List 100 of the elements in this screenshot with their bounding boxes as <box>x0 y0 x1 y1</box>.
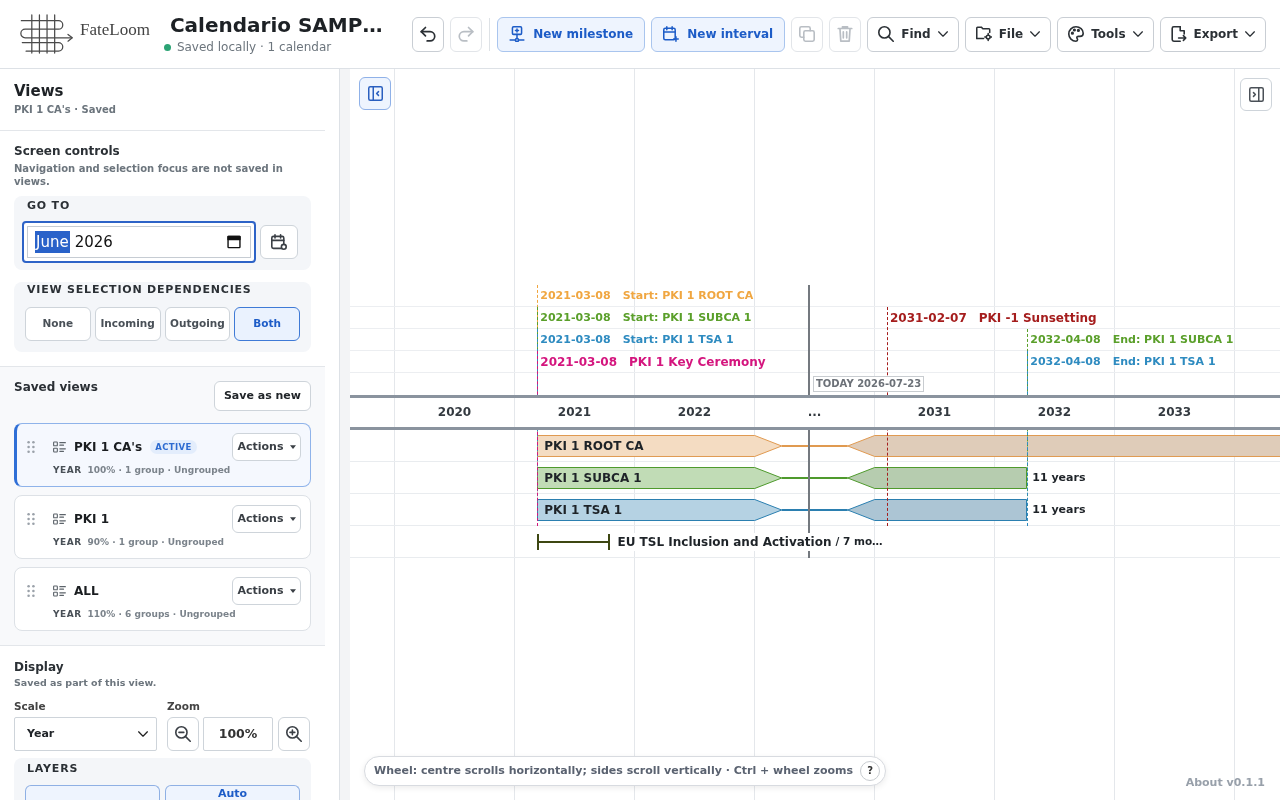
zoom-out-button[interactable] <box>167 717 199 751</box>
view-scale: YEAR <box>53 536 82 548</box>
list-icon <box>53 441 66 453</box>
actions-button[interactable]: Actions <box>232 505 301 533</box>
dependency-option[interactable]: Both <box>234 307 300 341</box>
view-scale: YEAR <box>53 608 82 620</box>
search-icon <box>878 26 895 42</box>
marker-date: 2021-03-08 <box>540 331 611 348</box>
drag-handle-icon <box>27 584 35 598</box>
export-menu-button[interactable]: Export <box>1159 16 1266 52</box>
interval-label: EU TSL Inclusion and Activation <box>617 533 832 551</box>
zoom-out-icon <box>175 726 191 742</box>
view-summary: 90% · 1 group · Ungrouped <box>87 536 224 548</box>
axis-year-label: 2032 <box>1037 405 1072 419</box>
calendar-icon <box>227 235 241 249</box>
bar-label: PKI 1 SUBCA 1 <box>544 470 642 487</box>
zoom-in-button[interactable] <box>278 717 310 751</box>
save-as-new-button[interactable]: Save as new <box>213 381 311 411</box>
view-name: ALL <box>74 583 99 600</box>
dependency-option[interactable]: None <box>25 307 91 341</box>
trash-icon <box>837 26 854 42</box>
plus-board-icon <box>509 26 526 42</box>
calendar-plus-icon <box>663 26 680 42</box>
file-menu-button[interactable]: File <box>964 16 1052 52</box>
sidebar-right-icon <box>1248 87 1264 102</box>
view-scale: YEAR <box>53 464 82 476</box>
right-panel-toggle[interactable] <box>1240 78 1272 111</box>
dependency-option[interactable]: Outgoing <box>164 307 231 341</box>
chevron-down-icon <box>1245 31 1255 37</box>
duration-label: 11 years <box>1032 502 1086 518</box>
file-arrow-icon <box>1170 26 1187 42</box>
brand-name: FateLoom <box>80 19 150 42</box>
section-title: Display <box>14 659 65 675</box>
zoom-field[interactable]: 100% <box>203 717 273 751</box>
layer-option[interactable]: Auto <box>165 785 300 800</box>
palette-icon <box>1068 26 1085 42</box>
field-label: Scale <box>14 700 47 712</box>
caret-down-icon <box>289 589 296 593</box>
status-dot-icon <box>163 44 171 51</box>
section-title: Screen controls <box>14 143 121 159</box>
actions-button[interactable]: Actions <box>232 577 301 605</box>
drag-handle-icon <box>27 440 35 454</box>
saved-view-card[interactable]: PKI 1 CA's ACTIVE Actions YEAR 100% · 1 group · Ungrouped <box>14 423 311 487</box>
chevron-down-icon <box>1030 31 1041 37</box>
field-label: Zoom <box>167 700 201 712</box>
marker-title: End: PKI 1 SUBCA 1 <box>1112 331 1234 348</box>
active-badge: ACTIVE <box>150 440 197 454</box>
panel-subtitle: PKI 1 CA's · Saved <box>14 103 117 117</box>
tools-menu-button[interactable]: Tools <box>1057 16 1154 52</box>
month-field[interactable]: June 2026 <box>22 221 256 263</box>
timeline-bar[interactable] <box>537 499 1028 521</box>
view-name: PKI 1 CA's <box>74 439 143 456</box>
group-heading: VIEW SELECTION DEPENDENCIES <box>26 282 253 298</box>
save-status: Saved locally · 1 calendar <box>176 40 332 55</box>
today-badge: TODAY 2026-07-23 <box>813 376 925 392</box>
saved-view-card[interactable]: PKI 1 Actions YEAR 90% · 1 group · Ungrouped <box>14 495 311 559</box>
hint-text: Wheel: centre scrolls horizontally; sides scroll vertically · Ctrl + wheel zooms <box>374 762 854 779</box>
dependency-option[interactable]: Incoming <box>94 307 161 341</box>
axis-year-label: 2031 <box>917 405 952 419</box>
undo-button[interactable] <box>412 16 445 52</box>
marker-date: 2021-03-08 <box>540 354 618 371</box>
marker-title: Start: PKI 1 TSA 1 <box>622 331 734 348</box>
section-note: Saved as part of this view. <box>14 676 158 690</box>
list-icon <box>53 585 66 597</box>
left-panel-toggle[interactable] <box>359 77 391 110</box>
caret-down-icon <box>289 445 296 449</box>
marker-title: End: PKI 1 TSA 1 <box>1112 353 1216 370</box>
list-icon <box>53 513 66 525</box>
section-title: Saved views <box>14 381 98 394</box>
new-milestone-button[interactable]: New milestone <box>497 16 646 52</box>
saved-view-card[interactable]: ALL Actions YEAR 110% · 6 groups · Ungrouped <box>14 567 311 631</box>
actions-button[interactable]: Actions <box>232 433 301 461</box>
find-menu-button[interactable]: Find <box>867 16 959 52</box>
document-title: Calendario SAMP… <box>169 13 383 37</box>
interval-duration: / 7 mo… <box>835 534 883 550</box>
go-to-date-button[interactable] <box>260 225 298 259</box>
interval-bracket[interactable] <box>537 534 610 550</box>
timeline-bar[interactable] <box>537 435 1280 457</box>
section-note: Navigation and selection focus are not saved in views. <box>14 162 284 188</box>
group-heading: GO TO <box>26 198 72 214</box>
new-interval-button[interactable]: New interval <box>651 16 786 52</box>
timeline-bar[interactable] <box>537 467 1028 489</box>
view-summary: 110% · 6 groups · Ungrouped <box>87 608 236 620</box>
chevron-down-icon <box>937 31 948 37</box>
marker-date: 2031-02-07 <box>889 310 967 327</box>
caret-down-icon <box>289 517 296 521</box>
marker-date: 2021-03-08 <box>540 309 611 326</box>
marker-date: 2021-03-08 <box>540 287 611 304</box>
marker-title: PKI 1 Key Ceremony <box>629 354 766 371</box>
axis-year-label: 2033 <box>1157 405 1192 419</box>
scale-select[interactable]: Year <box>14 717 157 751</box>
marker-date: 2032-04-08 <box>1030 353 1101 370</box>
undo-icon <box>420 26 437 42</box>
marker-title: PKI -1 Sunsetting <box>978 310 1097 327</box>
redo-icon <box>458 26 475 42</box>
zoom-in-icon <box>286 726 302 742</box>
axis-year-label: 2020 <box>437 405 472 419</box>
duration-label: 11 years <box>1032 470 1086 486</box>
panel-title: Views <box>14 81 65 101</box>
help-button[interactable]: ? <box>860 761 881 781</box>
